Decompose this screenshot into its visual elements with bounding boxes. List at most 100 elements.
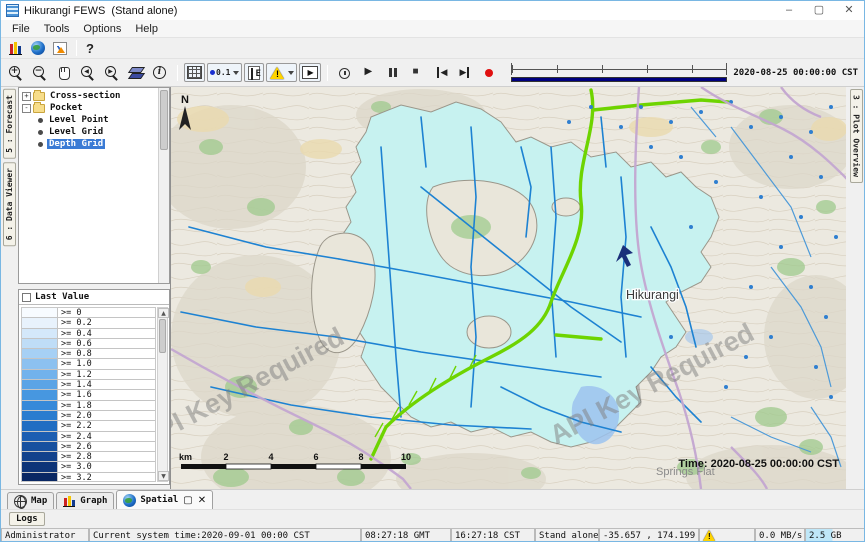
legend-swatch: [22, 380, 58, 389]
pause-button[interactable]: [382, 63, 404, 82]
layers-icon: [128, 65, 144, 81]
legend-row: >= 1.8: [22, 401, 155, 411]
menu-item-help[interactable]: Help: [128, 22, 165, 36]
maximize-icon[interactable]: ▢: [183, 495, 192, 506]
map-globe-icon: [14, 495, 27, 508]
menu-item-file[interactable]: File: [5, 22, 37, 36]
stop-icon: [409, 65, 425, 81]
legend-title: Last Value: [35, 292, 89, 302]
legend-row: >= 1.0: [22, 359, 155, 369]
time-slider-range[interactable]: [511, 77, 727, 82]
svg-text:6: 6: [313, 452, 318, 462]
map-canvas[interactable]: API Key Required API Key Required Hikura…: [171, 87, 846, 489]
title-bar: Hikurangi FEWS (Stand alone) – ▢ ✕: [1, 1, 864, 20]
database-button[interactable]: [5, 39, 26, 58]
scroll-down-icon[interactable]: ▼: [158, 471, 169, 481]
graph-display-button[interactable]: [50, 39, 70, 58]
tree-item-cross-section[interactable]: + Cross-section: [19, 90, 158, 102]
help-button[interactable]: [83, 39, 105, 58]
place-label-hikurangi: Hikurangi: [626, 288, 679, 302]
zoom-next-button[interactable]: [101, 63, 123, 82]
svg-text:2: 2: [223, 452, 228, 462]
legend-scrollbar[interactable]: ▲ ▼: [157, 307, 168, 482]
legend-label: >= 0: [58, 308, 155, 317]
threshold-dropdown-button[interactable]: 0.1: [207, 63, 242, 82]
svg-text:8: 8: [358, 452, 363, 462]
warning-dropdown-button[interactable]: [266, 63, 297, 82]
help-icon: [86, 40, 102, 56]
threshold-dot-icon: [210, 70, 215, 75]
pan-hand-button[interactable]: [53, 63, 75, 82]
map-viewport[interactable]: API Key Required API Key Required Hikura…: [170, 87, 846, 489]
expand-icon[interactable]: +: [22, 92, 31, 101]
close-icon[interactable]: ✕: [198, 495, 206, 506]
movie-player-button[interactable]: [299, 63, 321, 82]
tree-item-level-grid[interactable]: Level Grid: [19, 126, 158, 138]
tree-scrollbar-thumb[interactable]: [160, 90, 168, 150]
menu-item-tools[interactable]: Tools: [37, 22, 77, 36]
tree-item-level-point[interactable]: Level Point: [19, 114, 158, 126]
time-slider[interactable]: [511, 63, 727, 82]
legend-row: >= 0.6: [22, 339, 155, 349]
toolbar-datetime: 2020-08-25 00:00:00 CST: [733, 68, 858, 78]
legend-row: >= 0.2: [22, 318, 155, 328]
tab-spatial[interactable]: Spatial▢✕: [116, 490, 213, 509]
legend-label: >= 1.6: [58, 390, 155, 399]
tab-plot-overview[interactable]: 3 : Plot Overview: [850, 89, 863, 183]
layers-button[interactable]: [125, 63, 147, 82]
scalebar-toggle-button[interactable]: [244, 63, 264, 82]
record-button[interactable]: [478, 63, 500, 82]
legend-swatch: [22, 432, 58, 441]
status-warning-cell: [699, 529, 755, 542]
svg-text:10: 10: [401, 452, 411, 462]
tab-data-viewer[interactable]: 6 : Data Viewer: [3, 162, 16, 246]
toolbar-main: [1, 38, 864, 59]
stop-button[interactable]: [406, 63, 428, 82]
legend-label: >= 3.0: [58, 462, 155, 471]
legend-swatch: [22, 329, 58, 338]
legend-label: >= 1.0: [58, 359, 155, 368]
minimize-button[interactable]: –: [774, 1, 804, 20]
tree-scrollbar[interactable]: [158, 88, 169, 283]
tree-item-pocket[interactable]: -Pocket: [19, 102, 158, 114]
skip-start-button[interactable]: [430, 63, 452, 82]
legend-swatch: [22, 370, 58, 379]
toolbar-separator: [76, 40, 77, 56]
globe-button[interactable]: [28, 39, 48, 58]
tree-item-depth-grid[interactable]: Depth Grid: [19, 138, 158, 150]
play-button[interactable]: [358, 63, 380, 82]
legend-scrollbar-thumb[interactable]: [159, 319, 166, 353]
scroll-up-icon[interactable]: ▲: [158, 308, 169, 318]
zoom-in-button[interactable]: [5, 63, 27, 82]
window-controls: – ▢ ✕: [774, 1, 864, 20]
tab-map[interactable]: Map: [7, 492, 54, 509]
pause-icon: [385, 65, 401, 81]
time-slider-track[interactable]: [511, 63, 727, 75]
tab-graph[interactable]: Graph: [56, 492, 114, 509]
legend-label: >= 0.2: [58, 318, 155, 327]
tree-item-label: Cross-section: [48, 91, 122, 101]
folder-icon: [33, 92, 45, 101]
logs-bar: Logs: [1, 509, 865, 528]
tab-logs[interactable]: Logs: [9, 512, 45, 526]
collapse-icon[interactable]: -: [22, 104, 31, 113]
last-value-checkbox[interactable]: [22, 293, 31, 302]
close-button[interactable]: ✕: [834, 1, 864, 20]
chevron-down-icon: [233, 71, 239, 78]
info-button[interactable]: [149, 63, 171, 82]
legend-row: >= 3.2: [22, 473, 155, 482]
menu-item-options[interactable]: Options: [76, 22, 128, 36]
zoom-out-button[interactable]: [29, 63, 51, 82]
database-icon: [8, 41, 23, 55]
legend-label: >= 1.4: [58, 380, 155, 389]
skip-end-button[interactable]: [454, 63, 476, 82]
maximize-button[interactable]: ▢: [804, 1, 834, 20]
animation-settings-button[interactable]: [334, 63, 356, 82]
app-logo-icon: [6, 4, 19, 17]
legend-panel: Last Value >= 0>= 0.2>= 0.4>= 0.6>= 0.8>…: [18, 289, 170, 485]
movie-player-icon: [302, 66, 318, 79]
grid-toggle-button[interactable]: [184, 63, 205, 82]
tab-forecast[interactable]: 5 : Forecast: [3, 89, 16, 159]
zoom-previous-button[interactable]: [77, 63, 99, 82]
legend-label: >= 2.6: [58, 442, 155, 451]
